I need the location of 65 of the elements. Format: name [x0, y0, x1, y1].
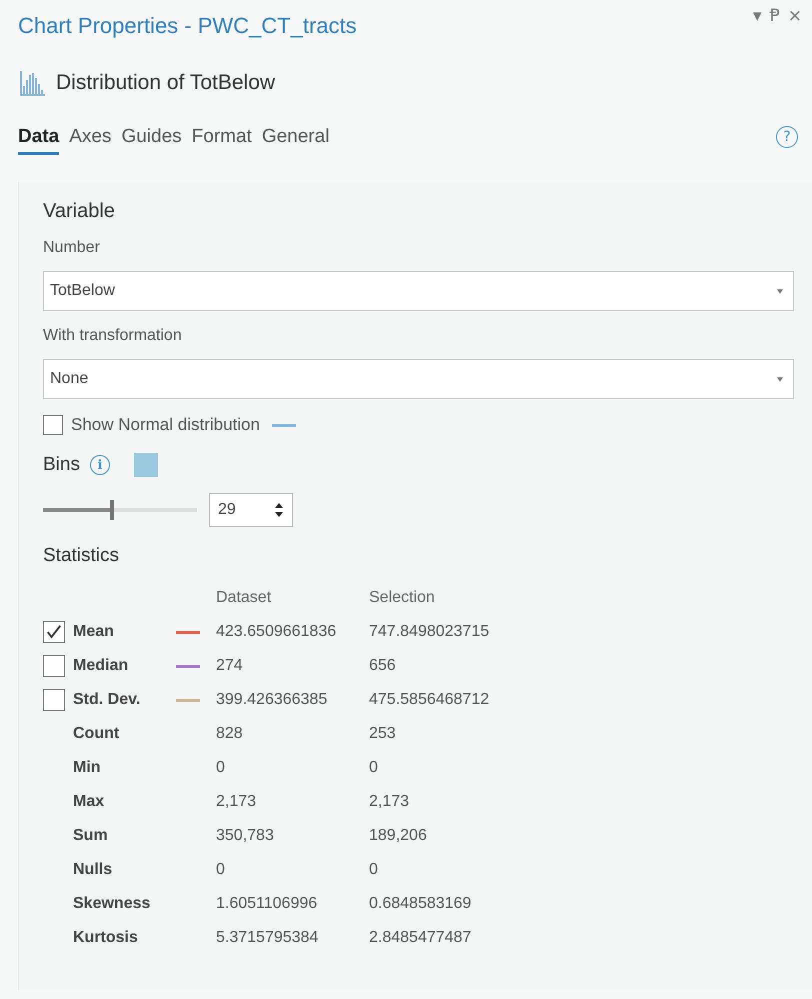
- table-cell-text: 656: [369, 656, 397, 676]
- dropdown-field[interactable]: None: [43, 359, 794, 399]
- caret-icon: [777, 288, 783, 294]
- table-cell-text: 2,173: [216, 792, 258, 812]
- table-cell-text: 747.8498023715: [369, 622, 490, 642]
- statistic-label: Min: [73, 758, 102, 778]
- table-cell-text: 5.3715795384: [216, 928, 320, 948]
- table-cell-text: 0: [369, 758, 379, 778]
- number-spinner[interactable]: 29: [209, 493, 293, 527]
- slider-thumb[interactable]: [110, 500, 114, 520]
- table-cell-text: 0: [216, 758, 226, 778]
- line-swatch[interactable]: [176, 630, 200, 634]
- dropdown-field[interactable]: TotBelow: [43, 271, 794, 311]
- statistic-label: Count: [73, 724, 120, 744]
- checkbox-label: Show Normal distribution: [71, 415, 260, 435]
- pane-control-button[interactable]: Ᵽ: [767, 6, 782, 26]
- table-cell-text: 189,206: [369, 826, 428, 846]
- table-cell-text: 1.6051106996: [216, 894, 318, 914]
- table-cell-text: 0: [369, 860, 379, 880]
- table-cell-text: 399.426366385: [216, 690, 328, 710]
- table-cell-text: 423.6509661836: [216, 622, 338, 642]
- statistic-label: Skewness: [73, 894, 152, 914]
- tab[interactable]: Axes: [69, 126, 112, 155]
- checkbox[interactable]: [43, 621, 65, 643]
- checkbox[interactable]: [43, 415, 63, 435]
- checkbox[interactable]: [43, 689, 65, 711]
- statistic-label: Mean: [73, 622, 115, 642]
- field-label: Number: [43, 239, 101, 257]
- line-swatch[interactable]: [176, 664, 200, 668]
- column-header: Selection: [369, 588, 436, 608]
- slider-track[interactable]: [43, 500, 197, 520]
- table-cell-text: 0.6848583169: [369, 894, 472, 914]
- pane-control-button[interactable]: ×: [786, 6, 804, 26]
- section-heading: Bins: [43, 454, 80, 476]
- statistic-label: Std. Dev.: [73, 690, 142, 710]
- column-header: Dataset: [216, 588, 272, 608]
- table-cell-text: 253: [369, 724, 397, 744]
- table-cell-text: 274: [216, 656, 244, 676]
- caret-icon: [777, 376, 783, 382]
- table-cell-text: 2.8485477487: [369, 928, 472, 948]
- statistic-label: Kurtosis: [73, 928, 139, 948]
- field-label: With transformation: [43, 327, 183, 345]
- line-swatch[interactable]: [272, 424, 296, 426]
- statistic-label: Sum: [73, 826, 109, 846]
- table-cell-text: 828: [216, 724, 244, 744]
- table-cell-text: 475.5856468712: [369, 690, 490, 710]
- tab[interactable]: Guides: [121, 126, 182, 155]
- statistic-label: Nulls: [73, 860, 114, 880]
- pane-control-button[interactable]: ▾: [750, 6, 764, 26]
- histogram-icon: [20, 70, 46, 96]
- line-swatch[interactable]: [176, 698, 200, 702]
- pane-title: Chart Properties - PWC_CT_tracts: [18, 13, 357, 39]
- statistic-label: Median: [73, 656, 130, 676]
- tab[interactable]: Data: [18, 126, 60, 155]
- checkbox[interactable]: [43, 655, 65, 677]
- statistic-label: Max: [73, 792, 106, 812]
- table-cell-text: 350,783: [216, 826, 275, 846]
- section-heading: Variable: [43, 200, 116, 223]
- color-swatch[interactable]: [134, 453, 158, 477]
- tab[interactable]: Format: [192, 126, 252, 155]
- table-cell-text: 0: [216, 860, 226, 880]
- tab[interactable]: General: [262, 126, 330, 155]
- table-cell-text: 2,173: [369, 792, 410, 812]
- chart-title: Distribution of TotBelow: [56, 71, 276, 95]
- section-heading: Statistics: [43, 545, 120, 567]
